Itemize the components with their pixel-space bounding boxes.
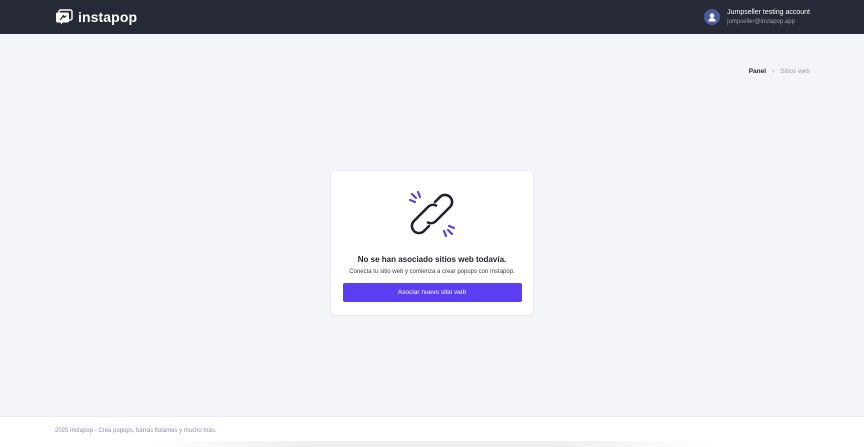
account-details: Jumpseller testing account jumpseller@in… <box>727 9 810 26</box>
add-website-button[interactable]: Asociar nuevo sitio web <box>342 283 522 302</box>
account-menu[interactable]: Jumpseller testing account jumpseller@in… <box>704 9 810 26</box>
breadcrumb-current-page: Sitios web <box>780 68 810 75</box>
broken-link-icon <box>408 190 456 238</box>
brand-name: instapop <box>78 9 138 25</box>
top-navbar: instapop Jumpseller testing account jump… <box>0 0 864 34</box>
breadcrumb: Panel › Sitios web <box>749 68 810 75</box>
footer-copyright: 2025 Instapop - Crea popups, barras flot… <box>55 428 217 434</box>
avatar <box>704 9 721 25</box>
empty-state-title: No se han asociado sitios web todavía. <box>357 255 507 264</box>
bottom-edge-shadow <box>150 441 710 447</box>
account-email: jumpseller@instapop.app <box>727 18 795 25</box>
breadcrumb-panel-link[interactable]: Panel <box>749 68 766 75</box>
breadcrumb-separator-icon: › <box>772 68 775 75</box>
user-avatar-icon <box>708 13 716 22</box>
instapop-logo-icon <box>56 9 73 25</box>
empty-state-subtitle: Conecta tu sitio web y comienza a crear … <box>349 269 515 275</box>
account-name: Jumpseller testing account <box>727 8 810 16</box>
empty-state-card: No se han asociado sitios web todavía. C… <box>331 171 533 315</box>
brand-home-link[interactable]: instapop <box>55 9 137 25</box>
